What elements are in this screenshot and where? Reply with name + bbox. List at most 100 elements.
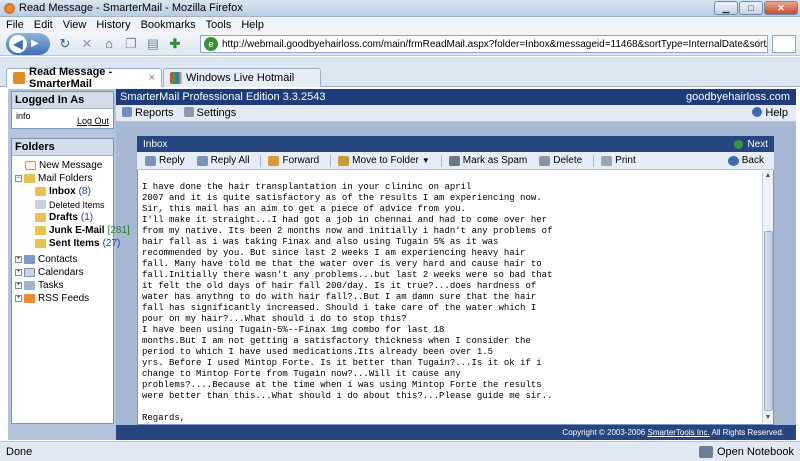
settings-button[interactable]: Settings <box>183 107 236 119</box>
paste-icon[interactable]: ▤ <box>144 35 162 53</box>
left-panel: Logged In As info Log Out Folders New Me… <box>8 89 130 440</box>
back-button[interactable]: Back <box>724 154 768 168</box>
back-arrow-icon[interactable]: ◀ <box>9 34 27 53</box>
scrollbar-thumb[interactable] <box>764 231 773 411</box>
menu-history[interactable]: History <box>96 19 130 31</box>
rss-icon <box>24 294 35 303</box>
scroll-up-icon[interactable]: ▲ <box>763 171 773 181</box>
reply-button[interactable]: Reply <box>141 154 189 168</box>
spam-icon <box>448 155 460 166</box>
rss-item[interactable]: + RSS Feeds <box>15 293 110 304</box>
notebook-label: Open Notebook <box>716 445 794 458</box>
reply-all-button[interactable]: Reply All <box>193 154 254 168</box>
menu-help[interactable]: Help <box>241 19 264 31</box>
menu-bar: File Edit View History Bookmarks Tools H… <box>0 17 800 32</box>
close-tab-icon[interactable]: × <box>149 72 155 84</box>
trash-icon <box>35 200 46 209</box>
folder-sent[interactable]: Sent Items (27) <box>35 238 120 249</box>
calendars-item[interactable]: + Calendars <box>15 267 110 278</box>
logout-link[interactable]: Log Out <box>77 116 109 126</box>
next-button[interactable]: Next <box>734 139 768 150</box>
copyright-text: Copyright © 2003-2006 <box>562 428 648 437</box>
reports-button[interactable]: Reports <box>122 107 174 119</box>
bookmark-star-icon[interactable]: ☆ <box>754 36 764 49</box>
message-header: Inbox Next <box>137 136 774 152</box>
sent-label: Sent Items <box>49 238 100 249</box>
windows-live-favicon <box>170 72 182 84</box>
scroll-down-icon[interactable]: ▼ <box>763 413 773 423</box>
status-text: Done <box>6 445 33 458</box>
forward-arrow-icon[interactable]: ▶ <box>31 38 39 49</box>
forward-button[interactable]: Forward <box>264 154 323 168</box>
domain-text: goodbyehairloss.com <box>686 91 790 103</box>
folder-icon <box>35 187 46 196</box>
close-window-button[interactable]: ✕ <box>764 1 798 15</box>
forward-label: Forward <box>282 155 320 166</box>
tab-read-message[interactable]: Read Message - SmarterMail × <box>6 66 162 90</box>
folder-deleted[interactable]: Deleted Items <box>35 199 110 210</box>
tab-strip: Read Message - SmarterMail × Windows Liv… <box>0 57 800 90</box>
back-forward-buttons[interactable]: ◀ ▶ <box>6 32 50 55</box>
menu-edit[interactable]: Edit <box>34 19 53 31</box>
folder-junk[interactable]: Junk E-Mail [281] <box>35 225 130 236</box>
maximize-button[interactable]: □ <box>739 1 763 15</box>
logged-in-box: Logged In As info Log Out <box>11 91 114 129</box>
reply-all-icon <box>196 155 208 166</box>
reply-label: Reply <box>159 155 185 166</box>
reports-label: Reports <box>135 107 174 119</box>
minimize-button[interactable]: ▁ <box>714 1 738 15</box>
mail-folders-item[interactable]: − Mail Folders <box>15 173 110 184</box>
edition-text: SmarterMail Professional Edition 3.3.254… <box>120 91 326 103</box>
help-button[interactable]: Help <box>752 107 788 119</box>
move-to-folder-button[interactable]: Move to Folder ▼ <box>334 154 434 168</box>
contacts-item[interactable]: + Contacts <box>15 254 110 265</box>
stop-icon[interactable]: ✕ <box>78 35 96 53</box>
tab-hotmail[interactable]: Windows Live Hotmail <box>163 68 321 87</box>
expand-icon[interactable]: + <box>15 269 22 276</box>
app-footer: Copyright © 2003-2006 SmarterTools Inc. … <box>116 425 796 440</box>
folder-icon <box>35 213 46 222</box>
tab-label: Windows Live Hotmail <box>186 72 295 84</box>
delete-button[interactable]: Delete <box>535 154 586 168</box>
junk-label: Junk E-Mail <box>49 225 105 236</box>
window-title: Read Message - SmarterMail - Mozilla Fir… <box>19 2 243 14</box>
print-button[interactable]: Print <box>597 154 640 168</box>
copy-icon[interactable]: ❐ <box>122 35 140 53</box>
new-message-item[interactable]: New Message <box>25 160 110 171</box>
menu-tools[interactable]: Tools <box>206 19 232 31</box>
site-identity-icon[interactable]: e <box>204 37 218 51</box>
rss-label: RSS Feeds <box>38 293 90 304</box>
reports-icon <box>122 107 132 117</box>
url-text: http://webmail.goodbyehairloss.com/main/… <box>222 38 767 50</box>
toolbar-divider <box>440 154 442 167</box>
expand-icon[interactable]: + <box>15 282 22 289</box>
help-icon <box>752 107 763 117</box>
message-toolbar: Reply Reply All Forward Move to Folder ▼ … <box>137 152 774 170</box>
search-box[interactable] <box>772 35 796 53</box>
print-label: Print <box>615 155 636 166</box>
rights-text: All Rights Reserved. <box>709 428 784 437</box>
mark-as-spam-button[interactable]: Mark as Spam <box>445 154 531 168</box>
add-icon[interactable]: ✚ <box>166 35 184 53</box>
expand-icon[interactable]: + <box>15 256 22 263</box>
open-notebook-button[interactable]: Open Notebook <box>698 445 794 458</box>
home-icon[interactable]: ⌂ <box>100 35 118 53</box>
url-bar[interactable]: e http://webmail.goodbyehairloss.com/mai… <box>200 35 768 53</box>
reply-all-label: Reply All <box>210 155 250 166</box>
menu-view[interactable]: View <box>63 19 87 31</box>
junk-count: [281] <box>107 225 130 236</box>
folder-inbox[interactable]: Inbox (8) <box>35 186 110 197</box>
menu-file[interactable]: File <box>6 19 24 31</box>
tasks-icon <box>24 281 35 290</box>
expand-icon[interactable]: + <box>15 295 22 302</box>
tasks-label: Tasks <box>38 280 64 291</box>
menu-bookmarks[interactable]: Bookmarks <box>141 19 196 31</box>
folder-icon <box>35 239 46 248</box>
tasks-item[interactable]: + Tasks <box>15 280 110 291</box>
folder-drafts[interactable]: Drafts (1) <box>35 212 110 223</box>
message-scrollbar[interactable]: ▲ ▼ <box>762 171 773 423</box>
reload-icon[interactable]: ↻ <box>56 35 74 53</box>
company-link[interactable]: SmarterTools Inc. <box>647 428 709 437</box>
collapse-icon[interactable]: − <box>15 175 22 182</box>
inbox-count: (8) <box>78 186 91 197</box>
